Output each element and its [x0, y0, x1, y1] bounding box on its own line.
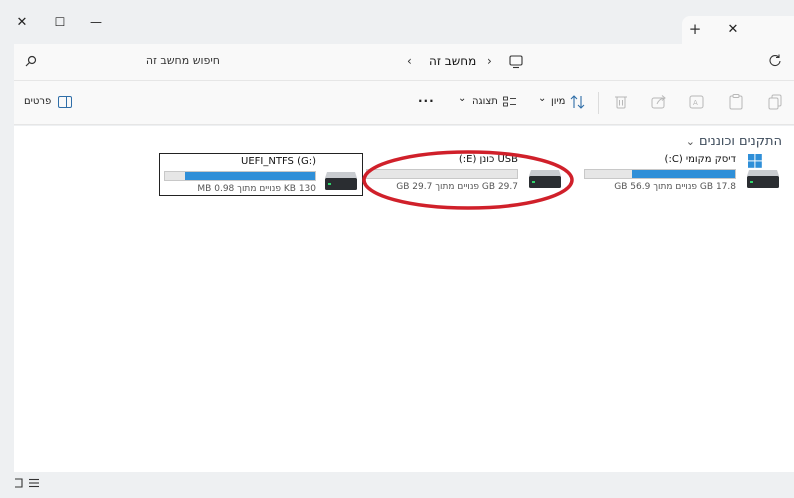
share-icon[interactable] — [651, 94, 667, 110]
content-pane: התקנים וכוננים ⌄ דיסק מקומי (C:) 17.8 GB… — [14, 126, 794, 472]
sort-button-label[interactable]: מיון — [551, 96, 565, 107]
details-button-label[interactable]: פרטים — [24, 96, 51, 107]
computer-icon — [509, 55, 523, 69]
status-bar — [0, 472, 794, 498]
address-row: חיפוש מחשב זה ‹ מחשב זה › — [14, 44, 794, 81]
drive-name: UEFI_NTFS (G:) — [241, 156, 316, 167]
search-placeholder: חיפוש מחשב זה — [145, 54, 220, 67]
toolbar-divider — [598, 92, 599, 114]
delete-icon[interactable] — [614, 94, 628, 110]
view-icon[interactable] — [503, 96, 517, 108]
drive-usage-bar — [584, 169, 736, 179]
collapse-chevron-icon[interactable]: ⌄ — [686, 135, 695, 148]
close-window-button[interactable]: ✕ — [10, 10, 34, 34]
drive-usage-fill — [184, 172, 315, 180]
list-view-icon[interactable] — [28, 477, 40, 489]
svg-text:A: A — [693, 99, 698, 107]
minimize-window-button[interactable]: — — [84, 10, 108, 34]
drive-free-space: 17.8 GB פנויים מתוך 56.9 GB — [614, 182, 736, 192]
hard-drive-icon — [325, 172, 357, 190]
close-tab-button[interactable]: ✕ — [722, 16, 744, 42]
refresh-icon[interactable] — [768, 53, 782, 67]
annotation-ellipse — [362, 150, 574, 210]
sort-icon[interactable] — [570, 95, 586, 109]
breadcrumb-this-pc[interactable]: מחשב זה — [429, 54, 476, 68]
view-dropdown-chevron-icon[interactable]: ⌄ — [458, 93, 466, 104]
devices-and-drives-header[interactable]: התקנים וכוננים ⌄ — [686, 134, 782, 149]
file-explorer-window: ✕ ☐ — + ✕ חיפוש מחשב זה ‹ מחשב זה › פרטי… — [0, 0, 794, 498]
copy-icon[interactable] — [768, 94, 782, 110]
drive-usage-fill — [631, 170, 735, 178]
address-bar[interactable]: ‹ מחשב זה › — [234, 50, 756, 74]
drive-g-uefi-ntfs[interactable]: UEFI_NTFS (G:) 130 KB פנויים מתוך 0.98 M… — [159, 153, 363, 196]
sort-dropdown-chevron-icon[interactable]: ⌄ — [538, 93, 546, 104]
new-tab-button[interactable]: + — [684, 16, 706, 42]
section-title: התקנים וכוננים — [698, 134, 782, 149]
more-options-button[interactable]: ··· — [418, 94, 435, 108]
view-button-label[interactable]: תצוגה — [472, 96, 498, 107]
details-pane-icon[interactable] — [58, 96, 72, 108]
details-view-icon[interactable] — [14, 477, 24, 489]
drive-name: דיסק מקומי (C:) — [664, 154, 736, 165]
drive-usage-bar — [164, 171, 316, 181]
rename-icon[interactable]: A — [689, 94, 705, 110]
search-input[interactable]: חיפוש מחשב זה — [18, 50, 228, 74]
title-bar: ✕ ☐ — + ✕ — [0, 0, 794, 44]
search-icon — [25, 55, 37, 67]
command-bar: פרטים ··· ⌄ תצוגה ⌄ מיון A — [14, 81, 794, 125]
hard-drive-icon — [747, 170, 779, 188]
maximize-window-button[interactable]: ☐ — [48, 10, 72, 34]
chevron-left-icon: ‹ — [407, 54, 412, 68]
drive-c[interactable]: דיסק מקומי (C:) 17.8 GB פנויים מתוך 56.9… — [574, 152, 786, 198]
breadcrumb-chevron-icon[interactable]: › — [487, 54, 492, 68]
drive-free-space: 130 KB פנויים מתוך 0.98 MB — [197, 184, 316, 194]
paste-icon[interactable] — [729, 94, 743, 110]
